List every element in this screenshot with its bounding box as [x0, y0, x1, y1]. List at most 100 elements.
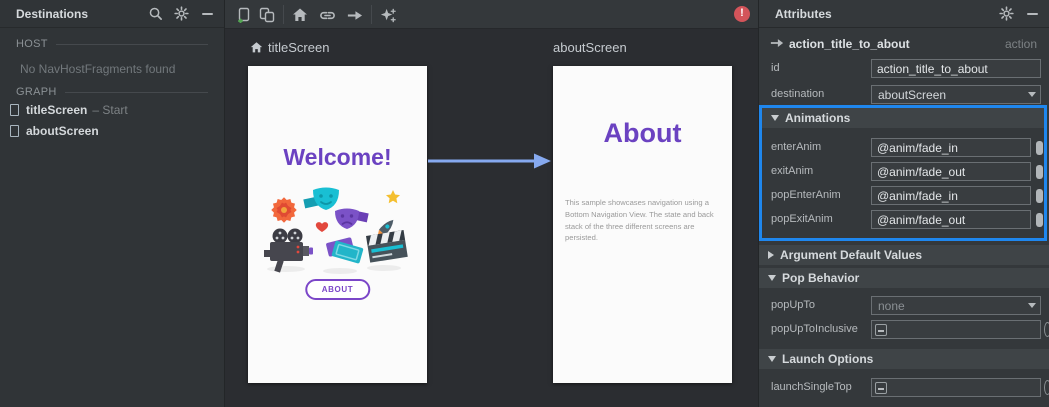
destination-name: aboutScreen [26, 124, 99, 138]
popexitanim-row: popExitAnim [762, 210, 1044, 230]
indeterminate-checkbox[interactable] [875, 382, 887, 394]
popupto-value: none [878, 299, 905, 313]
minimize-icon[interactable] [1023, 5, 1041, 23]
chevron-down-icon [1023, 86, 1040, 103]
popuptoinclusive-label: popUpToInclusive [771, 323, 858, 335]
popexitanim-input[interactable] [871, 210, 1031, 229]
expand-triangle-icon [768, 251, 774, 259]
host-label: HOST [16, 38, 48, 50]
resource-picker-icon[interactable] [1036, 213, 1043, 227]
popupto-dropdown[interactable]: none [871, 296, 1041, 315]
popupto-label: popUpTo [771, 299, 816, 311]
collapse-triangle-icon [771, 115, 779, 121]
titlescreen-preview[interactable]: Welcome! ABOUT [248, 66, 427, 383]
popuptoinclusive-row: popUpToInclusive [759, 320, 1049, 340]
navigation-editor: { "colors": { "accent_blue": "#1f87ee", … [0, 0, 1049, 407]
popuptoinclusive-field [871, 320, 1041, 339]
resource-picker-icon[interactable] [1036, 141, 1043, 155]
gear-icon[interactable] [172, 5, 190, 23]
popenteranim-label: popEnterAnim [771, 189, 841, 201]
fragment-icon [10, 125, 19, 137]
about-button-preview: ABOUT [304, 279, 371, 300]
enteranim-input[interactable] [871, 138, 1031, 157]
screen-name: titleScreen [268, 40, 330, 55]
gear-icon[interactable] [997, 5, 1015, 23]
action-arrow-icon[interactable] [345, 6, 363, 24]
section-title: Animations [785, 111, 851, 125]
graph-section-header: GRAPH [16, 86, 208, 98]
chevron-down-icon [1023, 297, 1040, 314]
id-row: id [759, 59, 1049, 79]
selected-action-row: action_title_to_about action [759, 33, 1049, 53]
auto-arrange-icon[interactable] [379, 6, 397, 24]
screen-name: aboutScreen [553, 40, 627, 55]
search-icon[interactable] [146, 5, 164, 23]
id-input[interactable] [871, 59, 1041, 78]
deep-link-icon[interactable] [318, 6, 336, 24]
launchsingletop-field [871, 378, 1041, 397]
toolbar-separator [283, 5, 284, 24]
enteranim-label: enterAnim [771, 141, 822, 153]
divider [55, 43, 208, 45]
popenteranim-input[interactable] [871, 186, 1031, 205]
action-connection-arrow[interactable] [427, 152, 553, 170]
collapse-triangle-icon [768, 275, 776, 281]
destination-dropdown[interactable]: aboutScreen [871, 85, 1041, 104]
id-label: id [771, 62, 780, 74]
design-toolbar [225, 0, 758, 29]
destinations-header: Destinations [0, 0, 224, 28]
destination-value: aboutScreen [878, 88, 947, 102]
destination-label: destination [771, 88, 825, 100]
graph-label: GRAPH [16, 86, 57, 98]
collapse-triangle-icon [768, 356, 776, 362]
flag-toggle-icon[interactable] [1044, 380, 1049, 395]
animations-highlight-box: Animations enterAnim exitAnim popEnterAn… [759, 105, 1047, 241]
action-icon [770, 39, 784, 47]
attributes-title: Attributes [775, 6, 832, 21]
welcome-heading: Welcome! [283, 144, 392, 170]
error-indicator-icon[interactable] [734, 6, 750, 22]
minimize-icon[interactable] [198, 5, 216, 23]
divider [64, 91, 208, 93]
title-screen-illustration [264, 187, 408, 274]
pop-behavior-section-header[interactable]: Pop Behavior [759, 268, 1049, 288]
animations-section-header[interactable]: Animations [762, 108, 1044, 128]
launchsingletop-label: launchSingleTop [771, 381, 852, 393]
toolbar-separator [371, 5, 372, 24]
destination-item-titlescreen[interactable]: titleScreen – Start [8, 101, 224, 119]
fragment-icon [10, 104, 19, 116]
assign-start-home-icon[interactable] [291, 6, 309, 24]
section-title: Argument Default Values [780, 248, 923, 262]
section-title: Pop Behavior [782, 271, 860, 285]
destinations-panel: Destinations HOST No NavHostFragments fo… [0, 0, 225, 407]
launch-options-section-header[interactable]: Launch Options [759, 349, 1049, 369]
destination-name: titleScreen [26, 103, 88, 117]
resource-picker-icon[interactable] [1036, 165, 1043, 179]
argument-defaults-section-header[interactable]: Argument Default Values [759, 245, 1049, 265]
aboutscreen-canvas-label[interactable]: aboutScreen [553, 40, 627, 55]
exitanim-row: exitAnim [762, 162, 1044, 182]
popexitanim-label: popExitAnim [771, 213, 833, 225]
popenteranim-row: popEnterAnim [762, 186, 1044, 206]
nav-graph-canvas[interactable]: titleScreen Welcome! [225, 0, 758, 407]
exitanim-input[interactable] [871, 162, 1031, 181]
nested-graph-icon[interactable] [258, 6, 276, 24]
attributes-panel: Attributes action_title_to_about action … [758, 0, 1049, 407]
exitanim-label: exitAnim [771, 165, 814, 177]
start-suffix: – Start [92, 103, 128, 117]
new-destination-icon[interactable] [235, 6, 253, 24]
destinations-title: Destinations [16, 6, 89, 21]
launchsingletop-row: launchSingleTop [759, 378, 1049, 398]
attributes-header: Attributes [759, 0, 1049, 28]
selected-action-type: action [1004, 37, 1037, 51]
titlescreen-canvas-label[interactable]: titleScreen [250, 40, 329, 55]
aboutscreen-preview[interactable]: About This sample showcases navigation u… [553, 66, 732, 383]
about-heading: About [603, 118, 682, 148]
host-section-header: HOST [16, 38, 208, 50]
about-body-text: This sample showcases navigation using a… [565, 198, 714, 243]
indeterminate-checkbox[interactable] [875, 324, 887, 336]
host-empty-message: No NavHostFragments found [20, 62, 176, 76]
destination-item-aboutscreen[interactable]: aboutScreen [8, 122, 224, 140]
flag-toggle-icon[interactable] [1044, 322, 1049, 337]
resource-picker-icon[interactable] [1036, 189, 1043, 203]
